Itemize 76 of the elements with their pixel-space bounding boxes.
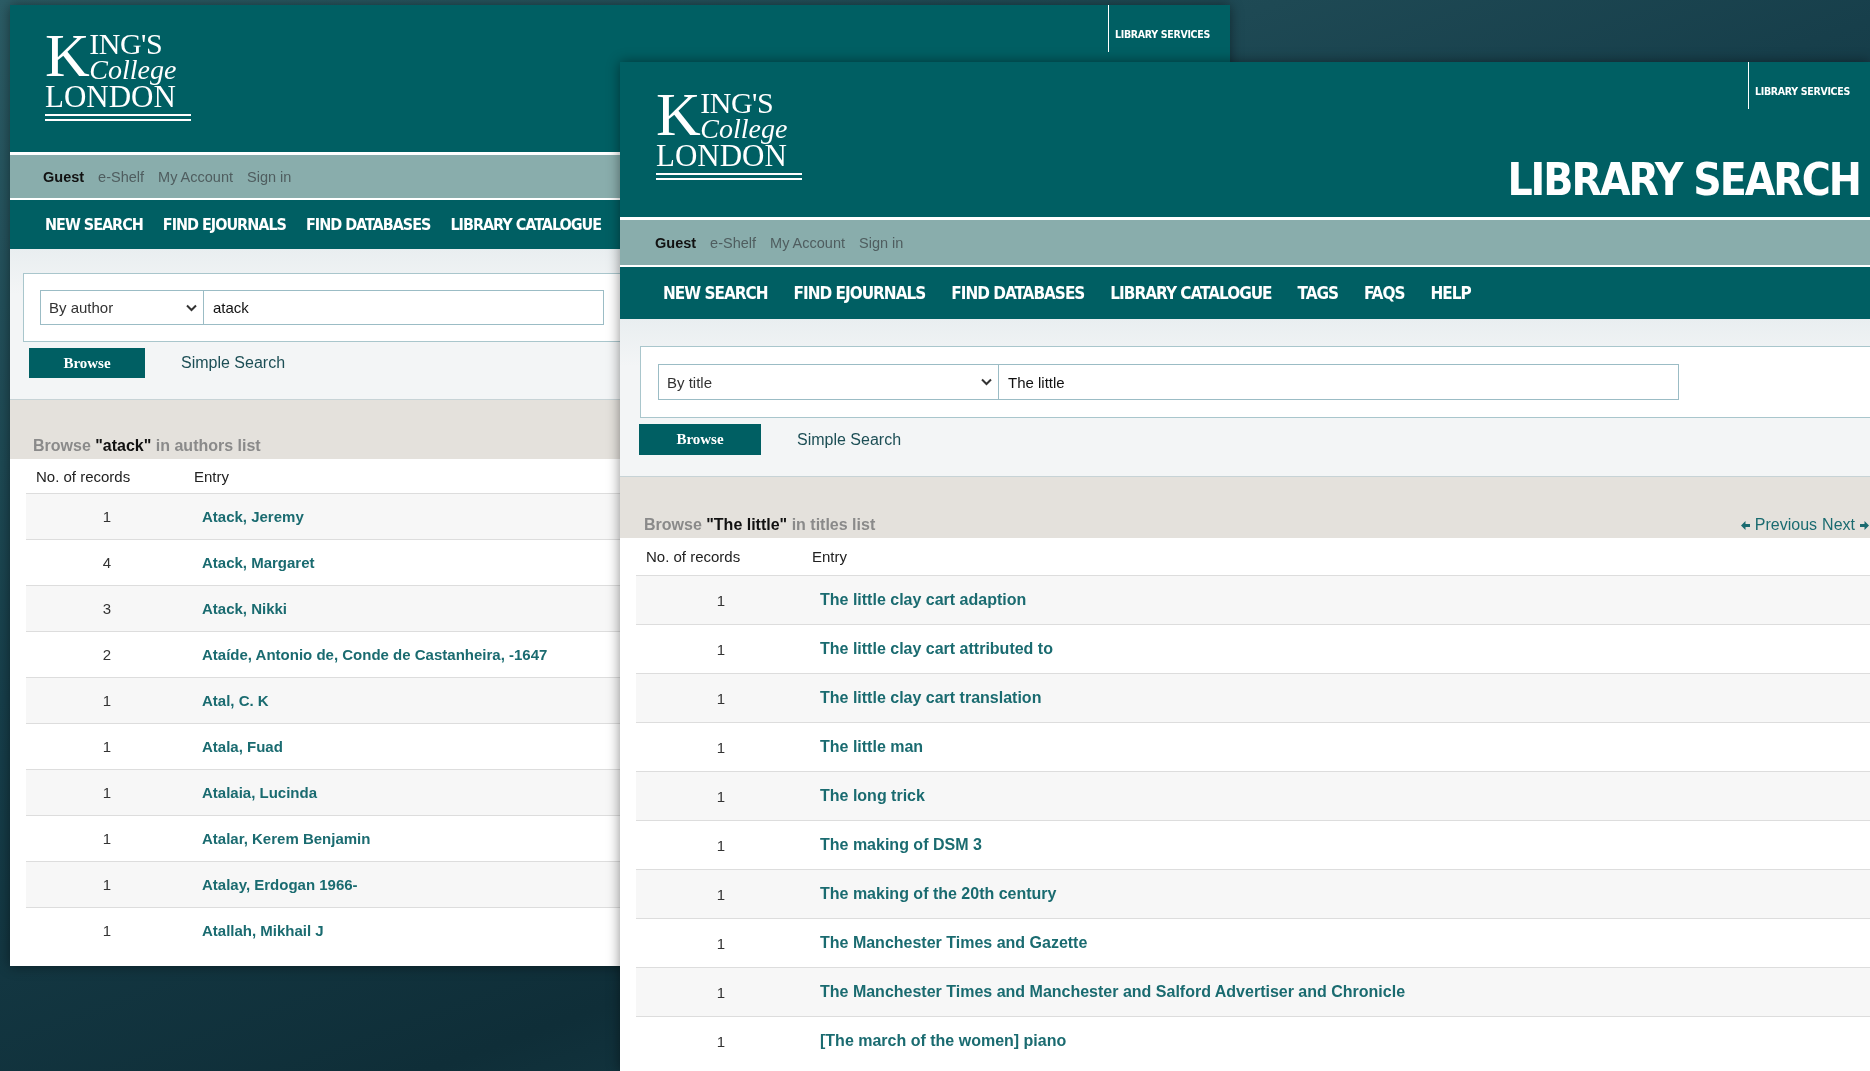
entry-link[interactable]: Atack, Nikki bbox=[188, 600, 288, 617]
page-title: LIBRARY SEARCH bbox=[1507, 154, 1860, 205]
entry-link[interactable]: The making of the 20th century bbox=[806, 885, 1057, 903]
library-services-link[interactable]: LIBRARY SERVICES bbox=[1748, 62, 1860, 109]
nav-link[interactable]: NEW SEARCH bbox=[663, 283, 768, 303]
record-count: 1 bbox=[715, 885, 727, 903]
user-name: Guest bbox=[43, 168, 85, 185]
column-header: No. of records bbox=[645, 548, 742, 565]
nav-link[interactable]: FIND DATABASES bbox=[305, 215, 431, 234]
simple-search-link[interactable]: Simple Search bbox=[797, 430, 902, 449]
arrow-right-icon bbox=[1859, 519, 1870, 531]
nav-link[interactable]: LIBRARY CATALOGUE bbox=[1110, 283, 1272, 303]
nav-link[interactable]: FIND DATABASES bbox=[951, 283, 1085, 303]
column-header: No. of records bbox=[35, 467, 132, 485]
record-count: 1 bbox=[715, 591, 727, 609]
entry-link[interactable]: Atack, Margaret bbox=[188, 554, 315, 571]
chevron-down-icon bbox=[186, 303, 197, 312]
next-link[interactable]: Next bbox=[1822, 516, 1870, 534]
column-header: Entry bbox=[194, 467, 229, 485]
arrow-left-icon bbox=[1739, 519, 1751, 531]
browse-caption: Browse "The little" in titles list bbox=[644, 516, 876, 534]
chevron-down-icon bbox=[981, 378, 992, 386]
entry-link[interactable]: The little clay cart translation bbox=[806, 689, 1042, 707]
record-count: 4 bbox=[101, 554, 113, 571]
record-count: 1 bbox=[715, 787, 727, 805]
user-name: Guest bbox=[655, 234, 697, 251]
nav-link[interactable]: LIBRARY CATALOGUE bbox=[450, 215, 602, 234]
entry-link[interactable]: Ataíde, Antonio de, Conde de Castanheira, -1647 bbox=[188, 646, 548, 663]
record-count: 1 bbox=[101, 922, 113, 939]
simple-search-link[interactable]: Simple Search bbox=[181, 354, 286, 372]
scope-dropdown[interactable]: By title bbox=[658, 364, 999, 400]
record-count: 1 bbox=[101, 508, 113, 525]
record-count: 1 bbox=[101, 738, 113, 755]
scope-dropdown[interactable]: By author bbox=[40, 290, 204, 325]
entry-link[interactable]: Atala, Fuad bbox=[188, 738, 283, 755]
entry-link[interactable]: The Manchester Times and Manchester and Salford Advertiser and Chronicle bbox=[806, 983, 1406, 1001]
entry-link[interactable]: Atal, C. K bbox=[188, 692, 269, 709]
browse-button[interactable]: Browse bbox=[29, 348, 145, 378]
entry-link[interactable]: The making of DSM 3 bbox=[806, 836, 982, 854]
record-count: 1 bbox=[715, 640, 727, 658]
entry-link[interactable]: The little man bbox=[806, 738, 924, 756]
record-count: 1 bbox=[101, 692, 113, 709]
nav-link[interactable]: TAGS bbox=[1297, 283, 1339, 303]
previous-link[interactable]: Previous bbox=[1739, 516, 1818, 534]
record-count: 1 bbox=[715, 983, 727, 1001]
library-services-link[interactable]: LIBRARY SERVICES bbox=[1108, 5, 1220, 52]
record-count: 2 bbox=[101, 646, 113, 663]
entry-link[interactable]: Atalaia, Lucinda bbox=[188, 784, 318, 801]
entry-link[interactable]: Atalay, Erdogan 1966- bbox=[188, 876, 358, 893]
record-count: 1 bbox=[715, 1032, 727, 1050]
entry-link[interactable]: Atack, Jeremy bbox=[188, 508, 304, 525]
nav-link[interactable]: FIND EJOURNALS bbox=[793, 283, 926, 303]
nav-link[interactable]: NEW SEARCH bbox=[45, 215, 143, 234]
entry-link[interactable]: The little clay cart attributed to bbox=[806, 640, 1053, 658]
browse-button[interactable]: Browse bbox=[639, 424, 761, 455]
record-count: 1 bbox=[715, 836, 727, 854]
search-field[interactable]: atack bbox=[204, 290, 604, 325]
record-count: 1 bbox=[715, 738, 727, 756]
record-count: 3 bbox=[101, 600, 113, 617]
entry-link[interactable]: [The march of the women] piano bbox=[806, 1032, 1067, 1050]
record-count: 1 bbox=[101, 784, 113, 801]
nav-link[interactable]: FIND EJOURNALS bbox=[162, 215, 286, 234]
entry-link[interactable]: The little clay cart adaption bbox=[806, 591, 1027, 609]
entry-link[interactable]: The long trick bbox=[806, 787, 925, 805]
entry-link[interactable]: The Manchester Times and Gazette bbox=[806, 934, 1088, 952]
column-header: Entry bbox=[812, 548, 847, 565]
browse-caption: Browse "atack" in authors list bbox=[33, 437, 261, 455]
record-count: 1 bbox=[101, 830, 113, 847]
record-count: 1 bbox=[715, 934, 727, 952]
entry-link[interactable]: Atalar, Kerem Benjamin bbox=[188, 830, 371, 847]
record-count: 1 bbox=[715, 689, 727, 707]
nav-link[interactable]: FAQS bbox=[1364, 283, 1405, 303]
nav-link[interactable]: HELP bbox=[1430, 283, 1471, 303]
search-field[interactable]: The little bbox=[999, 364, 1679, 400]
entry-link[interactable]: Atallah, Mikhail J bbox=[188, 922, 324, 939]
record-count: 1 bbox=[101, 876, 113, 893]
